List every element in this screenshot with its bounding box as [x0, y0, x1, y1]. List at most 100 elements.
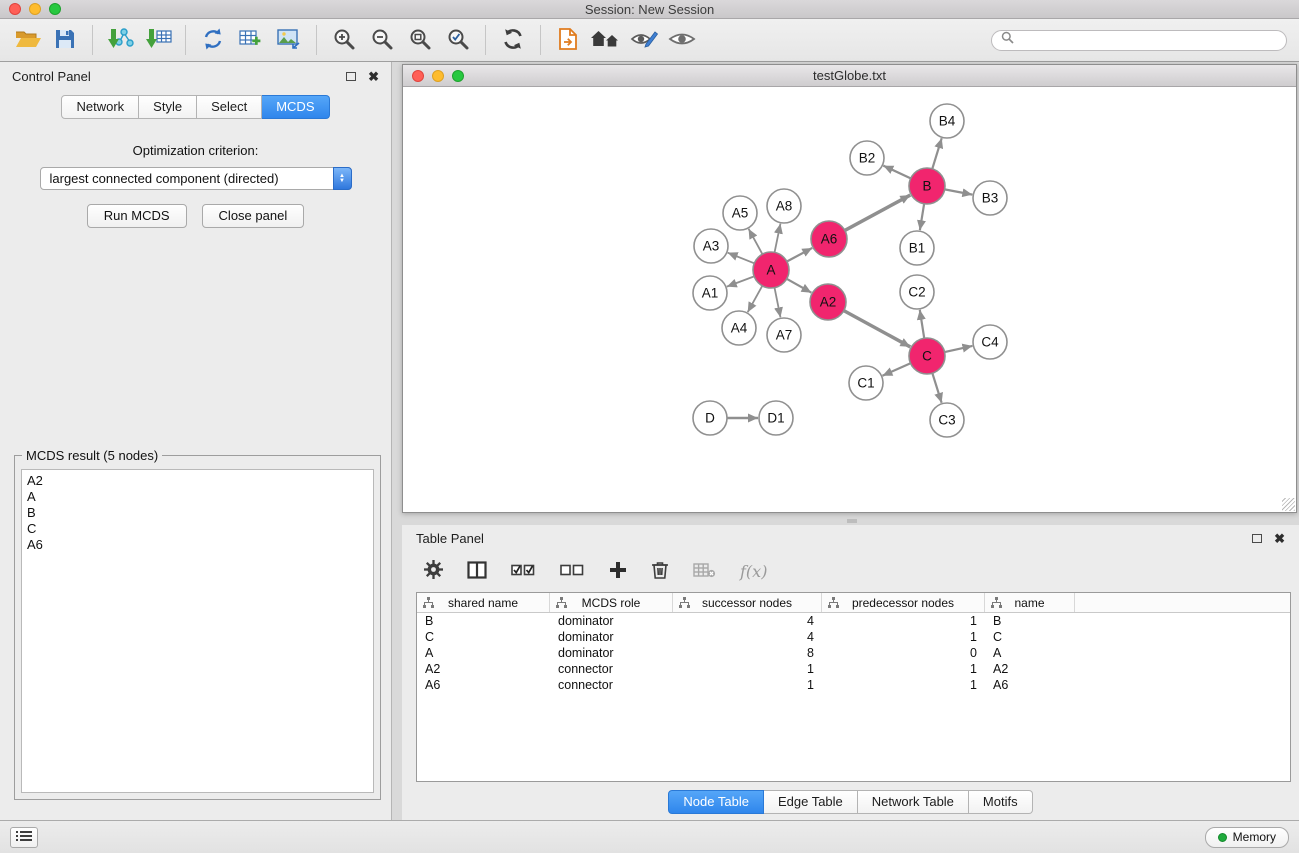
close-panel-button[interactable]: Close panel — [202, 204, 305, 228]
add-column-button[interactable] — [609, 561, 627, 582]
search-box[interactable] — [991, 30, 1287, 51]
network-zoom-button[interactable] — [452, 70, 464, 82]
zoom-in-button[interactable] — [327, 23, 361, 57]
search-input[interactable] — [1019, 33, 1277, 47]
zoom-selected-button[interactable] — [441, 23, 475, 57]
table-settings-button[interactable] — [424, 560, 443, 582]
edge-A6-B[interactable] — [845, 195, 910, 230]
graph-node-A5[interactable]: A5 — [723, 196, 757, 230]
graph-node-A2[interactable]: A2 — [810, 284, 846, 320]
run-mcds-button[interactable]: Run MCDS — [87, 204, 187, 228]
new-table-button[interactable] — [234, 23, 268, 57]
open-session-button[interactable] — [10, 23, 44, 57]
edge-C-C1[interactable] — [882, 363, 910, 375]
float-table-panel-icon[interactable] — [1252, 534, 1262, 543]
graph-node-A7[interactable]: A7 — [767, 318, 801, 352]
graph-node-B4[interactable]: B4 — [930, 104, 964, 138]
import-table-button[interactable] — [141, 23, 175, 57]
optimization-dropdown[interactable]: largest connected component (directed) ▲… — [40, 167, 352, 190]
home-button[interactable] — [589, 23, 623, 57]
mcds-result-item[interactable]: A6 — [22, 537, 373, 553]
table-row[interactable]: Bdominator41B — [417, 613, 1290, 629]
close-window-button[interactable] — [9, 3, 21, 15]
graph-node-C3[interactable]: C3 — [930, 403, 964, 437]
graph-node-C2[interactable]: C2 — [900, 275, 934, 309]
save-session-button[interactable] — [48, 23, 82, 57]
tab-style[interactable]: Style — [139, 95, 197, 119]
graph-node-C4[interactable]: C4 — [973, 325, 1007, 359]
graph-node-B3[interactable]: B3 — [973, 181, 1007, 215]
graph-node-B2[interactable]: B2 — [850, 141, 884, 175]
graph-node-A3[interactable]: A3 — [694, 229, 728, 263]
graph-node-A4[interactable]: A4 — [722, 311, 756, 345]
mcds-result-item[interactable]: A2 — [22, 473, 373, 489]
network-window-titlebar[interactable]: testGlobe.txt — [403, 65, 1296, 87]
edge-C-C4[interactable] — [945, 346, 973, 352]
edge-A-A2[interactable] — [787, 279, 812, 293]
tab-node-table[interactable]: Node Table — [668, 790, 764, 814]
edge-A-A6[interactable] — [787, 248, 812, 262]
edge-B-B1[interactable] — [920, 204, 924, 230]
column-header-MCDS-role[interactable]: MCDS role — [550, 593, 673, 612]
edge-A-A3[interactable] — [728, 253, 755, 264]
delete-column-button[interactable] — [693, 561, 716, 582]
network-close-button[interactable] — [412, 70, 424, 82]
table-row[interactable]: Cdominator41C — [417, 629, 1290, 645]
zoom-fit-button[interactable] — [403, 23, 437, 57]
tab-motifs[interactable]: Motifs — [969, 790, 1033, 814]
edge-A-A5[interactable] — [749, 229, 763, 254]
mcds-result-item[interactable]: B — [22, 505, 373, 521]
graph-node-B1[interactable]: B1 — [900, 231, 934, 265]
task-history-button[interactable] — [10, 827, 38, 848]
network-graph[interactable]: B4B2BB3A8A5A6B1A3AC2A1A2A4A7C4CC1C3DD1 — [403, 87, 1296, 512]
zoom-out-button[interactable] — [365, 23, 399, 57]
column-header-successor-nodes[interactable]: successor nodes — [673, 593, 822, 612]
column-header-name[interactable]: name — [985, 593, 1075, 612]
graph-node-B[interactable]: B — [909, 168, 945, 204]
column-header-shared-name[interactable]: shared name — [417, 593, 550, 612]
tab-edge-table[interactable]: Edge Table — [764, 790, 858, 814]
network-canvas[interactable]: B4B2BB3A8A5A6B1A3AC2A1A2A4A7C4CC1C3DD1 — [403, 87, 1296, 512]
edge-B-B2[interactable] — [883, 166, 910, 179]
deselect-all-button[interactable] — [560, 562, 585, 581]
network-minimize-button[interactable] — [432, 70, 444, 82]
edge-C-C3[interactable] — [932, 373, 941, 403]
minimize-window-button[interactable] — [29, 3, 41, 15]
mcds-result-item[interactable]: A — [22, 489, 373, 505]
graph-node-C[interactable]: C — [909, 338, 945, 374]
graph-node-A8[interactable]: A8 — [767, 189, 801, 223]
edge-A-A4[interactable] — [748, 286, 763, 312]
tab-mcds[interactable]: MCDS — [262, 95, 329, 119]
refresh-layout-button[interactable] — [496, 23, 530, 57]
close-table-panel-icon[interactable]: ✖ — [1274, 532, 1285, 545]
show-hide-details-button[interactable] — [665, 23, 699, 57]
show-columns-button[interactable] — [467, 561, 487, 582]
mcds-result-list[interactable]: A2ABCA6 — [21, 469, 374, 793]
close-panel-icon[interactable]: ✖ — [368, 70, 379, 83]
table-row[interactable]: A6connector11A6 — [417, 677, 1290, 693]
export-image-button[interactable] — [272, 23, 306, 57]
edge-A-A7[interactable] — [775, 288, 781, 318]
horizontal-splitter[interactable] — [402, 517, 1299, 525]
edge-A2-C[interactable] — [844, 311, 911, 347]
table-row[interactable]: Adominator80A — [417, 645, 1290, 661]
function-builder-button[interactable]: f(x) — [740, 562, 767, 581]
graph-node-D[interactable]: D — [693, 401, 727, 435]
edge-A-A8[interactable] — [775, 224, 781, 253]
edge-C-C2[interactable] — [920, 310, 924, 338]
resize-grip-icon[interactable] — [1282, 498, 1295, 511]
import-network-button[interactable] — [103, 23, 137, 57]
tab-select[interactable]: Select — [197, 95, 262, 119]
node-table[interactable]: shared nameMCDS rolesuccessor nodesprede… — [416, 592, 1291, 782]
graph-node-A1[interactable]: A1 — [693, 276, 727, 310]
graph-node-D1[interactable]: D1 — [759, 401, 793, 435]
select-all-button[interactable] — [511, 562, 536, 581]
mcds-result-item[interactable]: C — [22, 521, 373, 537]
zoom-window-button[interactable] — [49, 3, 61, 15]
annotations-button[interactable] — [627, 23, 661, 57]
float-panel-icon[interactable] — [346, 72, 356, 81]
clone-network-button[interactable] — [196, 23, 230, 57]
table-row[interactable]: A2connector11A2 — [417, 661, 1290, 677]
graph-node-C1[interactable]: C1 — [849, 366, 883, 400]
open-document-button[interactable] — [551, 23, 585, 57]
